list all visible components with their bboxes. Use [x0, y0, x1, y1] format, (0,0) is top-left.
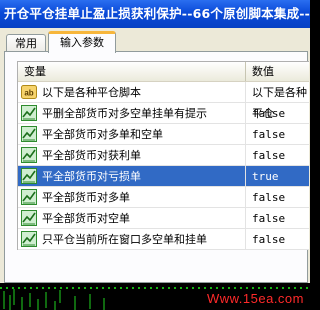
parameters-table: 变量 数值 ab 以下是各种平仓脚本 以下是各种平仓平删全部货币对多空单挂单有提示 f…	[17, 61, 309, 250]
variable-cell: 平全部货币对多单	[18, 187, 246, 207]
variable-label: 平全部货币对空单	[42, 212, 130, 225]
variable-label: 只平仓当前所在窗口多空单和挂单	[42, 233, 207, 246]
variable-cell: 平全部货币对多单和空单	[18, 124, 246, 144]
chart-candles	[3, 289, 105, 310]
bool-chart-icon	[21, 126, 37, 142]
svg-text:ab: ab	[24, 89, 33, 98]
variable-label: 平全部货币对多单	[42, 191, 130, 204]
bool-chart-icon	[21, 105, 37, 121]
variable-label: 以下是各种平仓脚本	[42, 86, 141, 99]
variable-label: 平全部货币对多单和空单	[42, 128, 163, 141]
tab-common[interactable]: 常用	[6, 34, 46, 52]
variable-label: 平删全部货币对多空单挂单有提示	[42, 107, 207, 120]
value-cell[interactable]: false	[246, 124, 309, 144]
dialog-window: 开仓平仓挂单止盈止损获利保护--66个原创脚本集成-- 常用 输入参数 变量 数…	[0, 0, 310, 310]
tab-input-parameters[interactable]: 输入参数	[48, 31, 116, 53]
variable-cell: 只平仓当前所在窗口多空单和挂单	[18, 229, 246, 249]
table-row[interactable]: 平删全部货币对多空单挂单有提示 false	[18, 103, 309, 124]
watermark: Www.15ea.com	[206, 291, 304, 306]
tab-panel: 变量 数值 ab 以下是各种平仓脚本 以下是各种平仓平删全部货币对多空单挂单有提示 f…	[4, 51, 309, 283]
variable-cell: 平全部货币对空单	[18, 208, 246, 228]
value-cell[interactable]: false	[246, 103, 309, 123]
table-row[interactable]: 只平仓当前所在窗口多空单和挂单 false	[18, 229, 309, 250]
table-row[interactable]: ab 以下是各种平仓脚本 以下是各种平仓	[18, 82, 309, 120]
column-header-variable[interactable]: 变量	[18, 62, 246, 81]
variable-label: 平全部货币对获利单	[42, 149, 141, 162]
tab-strip: 常用 输入参数	[0, 28, 310, 53]
column-header-value[interactable]: 数值	[246, 62, 309, 81]
table-header: 变量 数值	[18, 62, 309, 82]
table-row[interactable]: 平全部货币对亏损单 true	[18, 166, 309, 187]
table-row[interactable]: 平全部货币对空单 false	[18, 208, 309, 229]
bool-chart-icon	[21, 231, 37, 247]
table-row[interactable]: 平全部货币对获利单 false	[18, 145, 309, 166]
variable-cell: 平删全部货币对多空单挂单有提示	[18, 103, 246, 123]
table-row[interactable]: 平全部货币对多单 false	[18, 187, 309, 208]
value-cell[interactable]: false	[246, 145, 309, 165]
bool-chart-icon	[21, 189, 37, 205]
window-title: 开仓平仓挂单止盈止损获利保护--66个原创脚本集成--	[0, 0, 310, 28]
value-cell[interactable]: true	[246, 166, 309, 186]
variable-label: 平全部货币对亏损单	[42, 170, 141, 183]
chart-background: Www.15ea.com	[0, 283, 310, 310]
value-cell[interactable]: false	[246, 187, 309, 207]
table-body: ab 以下是各种平仓脚本 以下是各种平仓 平删全部货币对多空单挂单有提示 false 平全…	[18, 82, 309, 250]
value-cell[interactable]: 以下是各种平仓	[246, 82, 309, 120]
table-row[interactable]: 平全部货币对多单和空单 false	[18, 124, 309, 145]
variable-cell: ab 以下是各种平仓脚本	[18, 82, 246, 102]
bool-chart-icon	[21, 147, 37, 163]
variable-cell: 平全部货币对亏损单	[18, 166, 246, 186]
variable-cell: 平全部货币对获利单	[18, 145, 246, 165]
bool-chart-icon	[21, 210, 37, 226]
value-cell[interactable]: false	[246, 229, 309, 249]
value-cell[interactable]: false	[246, 208, 309, 228]
bool-chart-icon	[21, 168, 37, 184]
ab-string-icon: ab	[21, 84, 37, 100]
